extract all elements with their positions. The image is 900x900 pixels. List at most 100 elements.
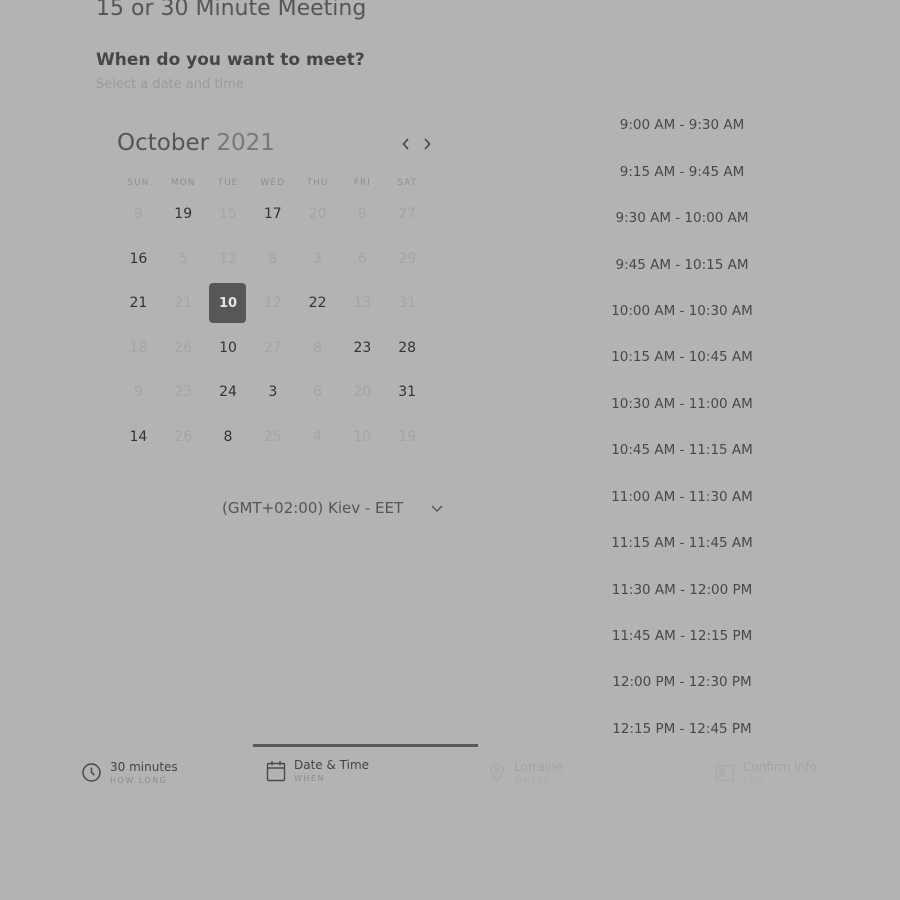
active-step-indicator: [253, 744, 478, 747]
weekday-label: SUN: [127, 178, 150, 188]
calendar-day-unavailable: 26: [161, 326, 206, 371]
time-slot-button[interactable]: 10:30 AM - 11:00 AM: [598, 381, 766, 427]
step-subtitle: YOU: [743, 776, 765, 785]
calendar-day-number: 13: [353, 295, 372, 312]
calendar-day-number: 10: [219, 339, 237, 356]
time-slot-button[interactable]: 10:00 AM - 10:30 AM: [598, 288, 766, 334]
calendar-day-available[interactable]: 22: [295, 281, 340, 326]
calendar-day-number: 12: [219, 250, 237, 267]
calendar-day-number: 24: [219, 384, 237, 401]
calendar-day-unavailable: 12: [206, 237, 251, 282]
time-slot-button[interactable]: 11:30 AM - 12:00 PM: [598, 566, 766, 612]
booking-page: 15 or 30 Minute Meeting When do you want…: [0, 0, 900, 900]
calendar-day-unavailable: 8: [295, 326, 340, 371]
calendar-day-number: 16: [129, 250, 148, 267]
calendar-day-number: 27: [398, 206, 417, 223]
timezone-select[interactable]: (GMT+02:00) Kiev - EET: [222, 496, 444, 520]
time-slot-button[interactable]: 12:00 PM - 12:30 PM: [598, 659, 766, 705]
step-date-time[interactable]: Date & Time WHEN: [266, 758, 369, 783]
step-subtitle: HOW LONG: [110, 776, 168, 785]
calendar-day-unavailable: 26: [161, 415, 206, 460]
calendar-day-number: 10: [209, 283, 247, 324]
calendar-day-available[interactable]: 17: [250, 192, 295, 237]
weekday-label: THU: [306, 178, 329, 188]
calendar-day-number: 18: [129, 339, 148, 356]
calendar-day-number: 15: [219, 206, 237, 223]
step-title: Confirm Info: [743, 760, 817, 774]
calendar-day-number: 21: [174, 295, 193, 312]
calendar-day-unavailable: 25: [250, 415, 295, 460]
time-slot-button[interactable]: 11:15 AM - 11:45 AM: [598, 520, 766, 566]
calendar-day-available[interactable]: 14: [116, 415, 161, 460]
time-slot-button[interactable]: 9:30 AM - 10:00 AM: [598, 195, 766, 241]
calendar-day-number: 8: [268, 250, 278, 267]
calendar-day-unavailable: 27: [385, 192, 430, 237]
time-slot-button[interactable]: 10:45 AM - 11:15 AM: [598, 427, 766, 473]
calendar-day-available[interactable]: 19: [161, 192, 206, 237]
calendar-day-number: 29: [398, 250, 417, 267]
step-title: 30 minutes: [110, 760, 178, 774]
calendar-day-available[interactable]: 21: [116, 281, 161, 326]
weekday-label: MON: [170, 178, 196, 188]
calendar-day-available[interactable]: 23: [340, 326, 385, 371]
calendar-day-number: 6: [313, 384, 323, 401]
calendar-day-number: 3: [268, 384, 278, 401]
calendar-day-unavailable: 18: [116, 326, 161, 371]
calendar-day-available[interactable]: 3: [250, 370, 295, 415]
meeting-title: 15 or 30 Minute Meeting: [96, 0, 367, 21]
calendar-day-unavailable: 29: [385, 237, 430, 282]
calendar-day-unavailable: 31: [385, 281, 430, 326]
calendar-day-available[interactable]: 16: [116, 237, 161, 282]
time-slot-button[interactable]: 9:00 AM - 9:30 AM: [598, 102, 766, 148]
calendar-day-unavailable: 19: [385, 415, 430, 460]
calendar-day-number: 5: [178, 250, 188, 267]
calendar-day-available[interactable]: 24: [206, 370, 251, 415]
time-slot-button[interactable]: 10:15 AM - 10:45 AM: [598, 334, 766, 380]
calendar-day-number: 23: [353, 339, 372, 356]
calendar-day-available[interactable]: 10: [206, 326, 251, 371]
step-duration[interactable]: 30 minutes HOW LONG: [81, 760, 178, 785]
calendar-day-number: 8: [357, 206, 367, 223]
weekday-label: FRI: [353, 178, 371, 188]
calendar-day-unavailable: 15: [206, 192, 251, 237]
weekday-label: WED: [260, 178, 286, 188]
calendar-day-unavailable: 27: [250, 326, 295, 371]
step-location[interactable]: Lorraine WHERE: [488, 760, 563, 785]
location-icon: [490, 763, 504, 782]
clock-icon: [82, 763, 101, 782]
calendar-day-unavailable: 6: [295, 370, 340, 415]
calendar-day-number: 12: [263, 295, 282, 312]
calendar-day-unavailable: 20: [340, 370, 385, 415]
calendar-day-unavailable: 3: [295, 237, 340, 282]
step-confirm[interactable]: Confirm Info YOU: [715, 760, 817, 785]
step-title: Lorraine: [514, 760, 564, 774]
calendar-icon: [266, 760, 286, 781]
calendar-month-label: October 2021: [117, 130, 275, 156]
calendar-day-number: 22: [308, 295, 327, 312]
calendar-month: October: [117, 130, 210, 156]
time-slot-button[interactable]: 9:45 AM - 10:15 AM: [598, 241, 766, 287]
calendar-day-available[interactable]: 8: [206, 415, 251, 460]
previous-month-button[interactable]: [397, 133, 415, 155]
calendar-day-number: 31: [398, 295, 417, 312]
calendar-day-unavailable: 12: [250, 281, 295, 326]
calendar-day-available[interactable]: 28: [385, 326, 430, 371]
calendar-day-number: 25: [263, 428, 282, 445]
calendar-day-unavailable: 6: [340, 237, 385, 282]
calendar-day-unavailable: 23: [161, 370, 206, 415]
calendar-day-unavailable: 8: [250, 237, 295, 282]
calendar-day-available[interactable]: 31: [385, 370, 430, 415]
next-month-button[interactable]: [418, 133, 436, 155]
weekday-label: SAT: [397, 178, 418, 188]
calendar-day-number: 9: [133, 384, 143, 401]
calendar-day-number: 9: [133, 206, 143, 223]
weekday-label: TUE: [217, 178, 239, 188]
calendar-grid: 9 19 15 17 20 8 27 16 5 12 8 3 6 29 21 21 10 12 22 13 31 18 26…: [116, 192, 430, 459]
time-slot-button[interactable]: 9:15 AM - 9:45 AM: [598, 148, 766, 194]
step-title: Date & Time: [294, 758, 370, 772]
time-slot-button[interactable]: 11:45 AM - 12:15 PM: [598, 613, 766, 659]
calendar-day-unavailable: 13: [340, 281, 385, 326]
calendar-day-unavailable: 4: [295, 415, 340, 460]
time-slot-button[interactable]: 11:00 AM - 11:30 AM: [598, 474, 766, 520]
calendar-day-selected[interactable]: 10: [206, 281, 251, 326]
